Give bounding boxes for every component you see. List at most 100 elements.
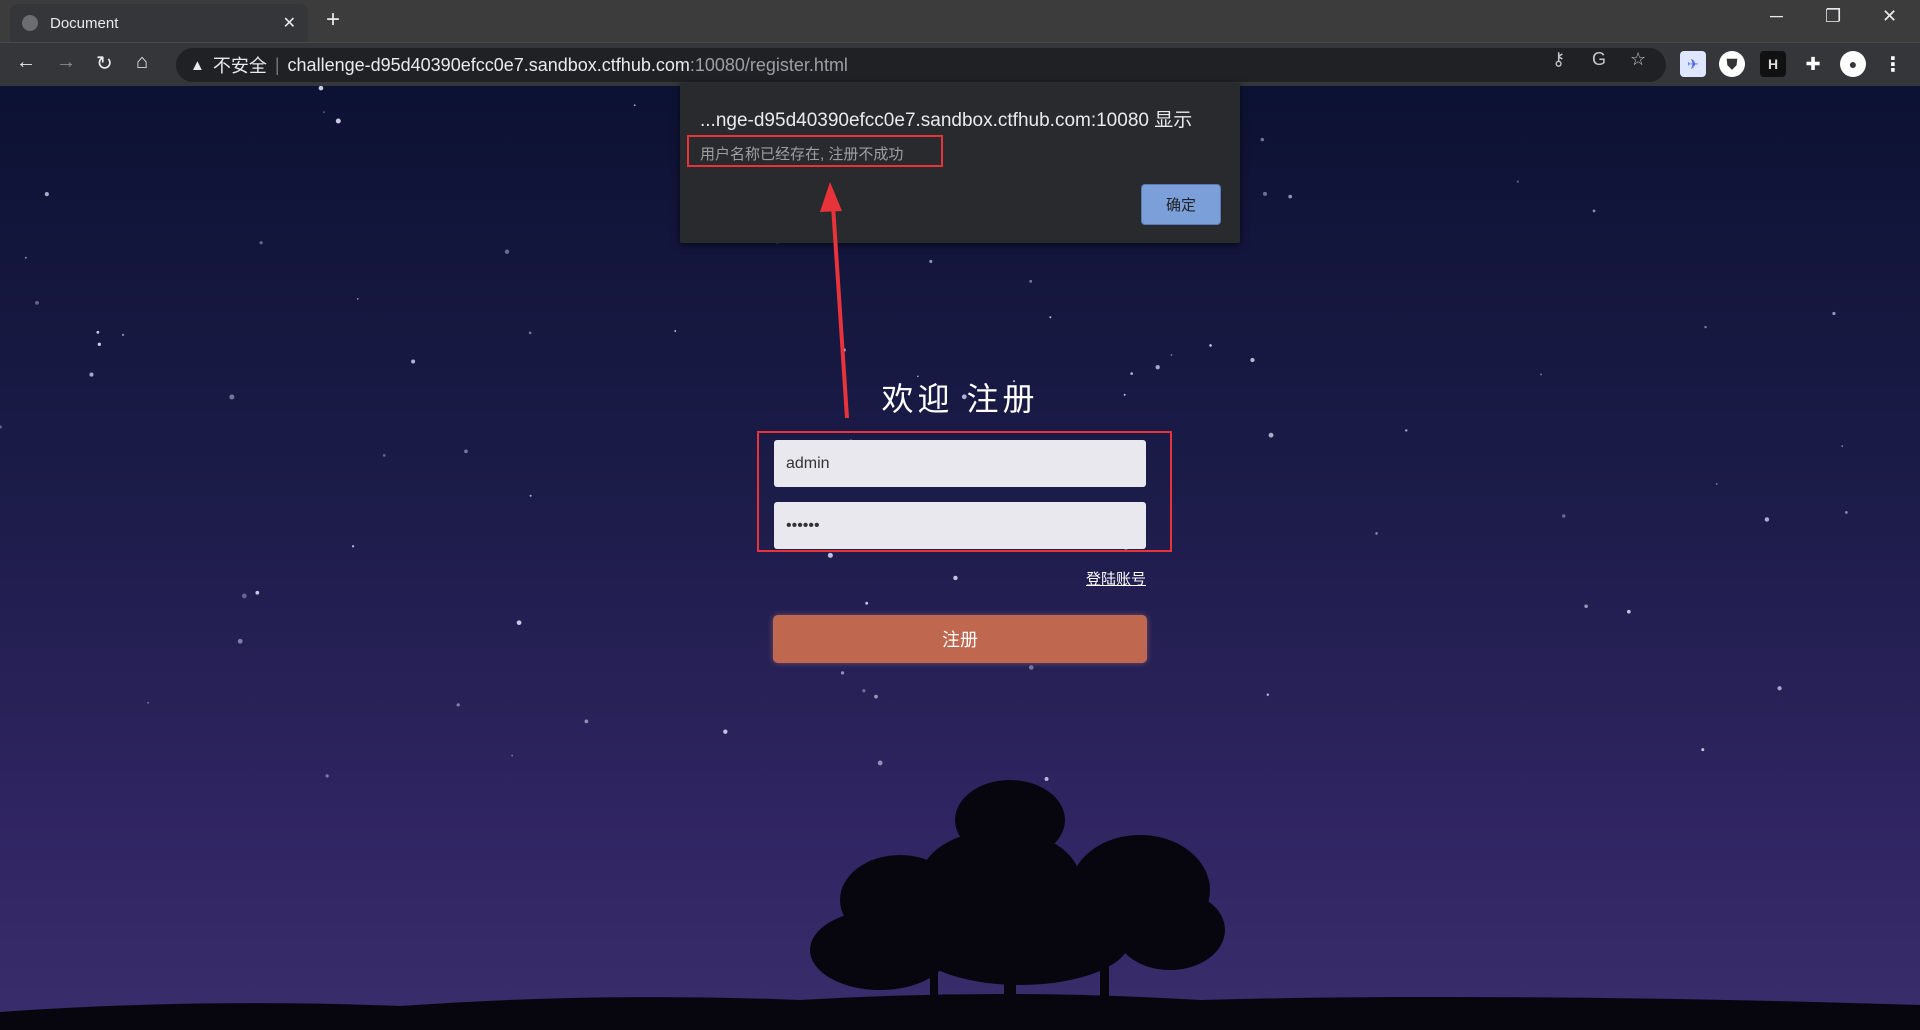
star [840,671,845,675]
star [1266,693,1270,696]
star [147,701,150,704]
home-button[interactable]: ⌂ [136,51,148,74]
profile-icon[interactable]: ● [1840,51,1866,77]
star [633,104,636,107]
star [929,259,933,263]
register-button[interactable]: 注册 [773,615,1147,663]
menu-icon[interactable]: ⋮ [1880,51,1906,77]
star [121,333,125,337]
star [0,425,2,429]
star [1209,344,1212,347]
star [1832,311,1836,316]
star [35,300,39,305]
star [237,638,243,644]
security-label: 不安全 [212,56,267,76]
star [24,256,27,259]
star [584,719,589,724]
login-link[interactable]: 登陆账号 [1086,568,1146,589]
star [528,331,532,335]
star [1844,511,1848,514]
star [1029,279,1033,283]
tab-title: Document [50,14,119,32]
star [842,348,846,352]
tab-document[interactable]: Document ✕ [10,4,308,42]
star [529,494,532,497]
globe-icon [22,15,38,31]
tab-strip: Document ✕ + ─ ❐ ✕ [0,0,1920,42]
star [97,342,101,346]
star [1260,137,1264,142]
star [241,593,247,599]
warning-icon: ▲ [190,56,205,74]
star [44,192,49,197]
star [827,552,833,558]
password-input[interactable] [774,502,1146,549]
url-host: challenge-d95d40390efcc0e7.sandbox.ctfhu… [287,54,690,75]
dialog-ok-button[interactable]: 确定 [1141,184,1221,225]
star [411,359,416,364]
star [356,297,359,300]
translate-icon[interactable]: G [1592,49,1606,70]
star [255,590,260,595]
browser-toolbar: ← → ↻ ⌂ ▲ 不安全 | challenge-d95d40390efcc0… [0,42,1920,86]
star [1028,665,1034,670]
extension-h-icon[interactable]: H [1760,51,1786,77]
star [1405,429,1408,432]
alert-dialog: ...nge-d95d40390efcc0e7.sandbox.ctfhub.c… [680,83,1240,243]
star [1049,316,1052,319]
star [1584,604,1588,608]
star [1764,517,1770,522]
star [1170,354,1173,356]
star [516,620,522,626]
key-icon[interactable]: ⚷ [1552,49,1565,70]
extensions-puzzle-icon[interactable]: ✚ [1800,51,1826,77]
star [865,601,869,605]
star [1268,432,1274,438]
username-input[interactable] [774,440,1146,487]
star [953,575,958,581]
page-title: 欢迎 注册 [881,381,1039,417]
extension-bird-icon[interactable]: ✈ [1680,51,1706,77]
star [1288,194,1292,199]
dialog-title: ...nge-d95d40390efcc0e7.sandbox.ctfhub.c… [700,110,1193,131]
star [1841,445,1844,447]
url-path: :10080/register.html [689,54,848,75]
new-tab-button[interactable]: + [326,6,340,34]
star [1777,686,1782,691]
star [504,249,510,254]
reload-button[interactable]: ↻ [96,51,113,76]
close-window-button[interactable]: ✕ [1882,6,1897,27]
star [96,330,100,334]
star [382,454,386,457]
forward-button[interactable]: → [56,51,76,74]
extension-shield-icon[interactable]: ⛊ [1719,51,1745,77]
star [1250,357,1255,363]
close-tab-icon[interactable]: ✕ [283,13,296,33]
star [1155,365,1160,370]
star [674,330,677,332]
back-button[interactable]: ← [16,51,36,74]
star [1562,514,1566,518]
dialog-message: 用户名称已经存在, 注册不成功 [700,146,904,163]
star [318,86,324,91]
restore-button[interactable]: ❐ [1825,6,1841,27]
star [874,694,878,699]
star [1627,609,1631,614]
star [1375,532,1378,535]
star [335,118,341,124]
star [322,111,325,114]
star [1592,209,1596,213]
star [1715,482,1718,485]
star [351,545,355,548]
star [259,241,263,245]
address-bar[interactable]: ▲ 不安全 | challenge-d95d40390efcc0e7.sandb… [176,48,1666,82]
star [464,449,468,454]
star [1262,191,1268,196]
tree-silhouette [0,780,1920,1030]
star [456,703,460,707]
star-icon[interactable]: ☆ [1630,49,1646,70]
star [1704,325,1707,329]
star [862,689,866,693]
star [1516,180,1519,183]
minimize-button[interactable]: ─ [1770,6,1783,27]
